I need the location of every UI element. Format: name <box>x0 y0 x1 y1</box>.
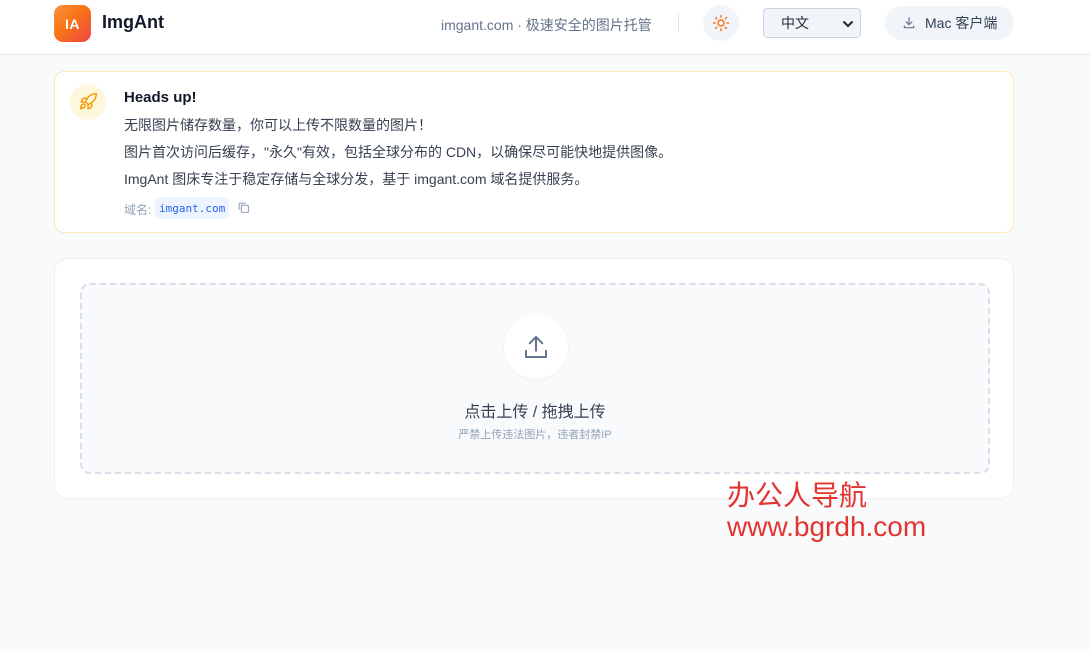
top-header: IA ImgAnt imgant.com · 极速安全的图片托管 中文 Mac … <box>0 0 1090 55</box>
language-value: 中文 <box>781 15 809 31</box>
rocket-icon <box>70 84 106 120</box>
notice-line: 无限图片储存数量，你可以上传不限数量的图片！ <box>124 117 432 133</box>
language-select[interactable]: 中文 <box>763 8 861 38</box>
domain-label: 域名: <box>124 203 152 217</box>
brand-name[interactable]: ImgAnt <box>102 12 164 33</box>
watermark-text: 办公人导航 <box>727 480 868 511</box>
domain-value: imgant.com <box>155 197 230 219</box>
header-divider <box>678 14 679 32</box>
notice-title: Heads up! <box>124 89 197 106</box>
theme-toggle-button[interactable] <box>703 5 739 41</box>
upload-dropzone[interactable]: 点击上传 / 拖拽上传 严禁上传违法图片，违者封禁IP <box>80 283 990 474</box>
notice-line: ImgAnt 图床专注于稳定存储与全球分发，基于 imgant.com 域名提供… <box>124 171 589 187</box>
watermark-url: www.bgrdh.com <box>727 511 927 542</box>
mac-client-label: Mac 客户端 <box>925 15 998 31</box>
upload-title: 点击上传 / 拖拽上传 <box>464 404 606 421</box>
chevron-down-icon <box>842 17 854 33</box>
notice-card: Heads up! 无限图片储存数量，你可以上传不限数量的图片！ 图片首次访问后… <box>54 71 1014 233</box>
download-icon <box>902 16 916 30</box>
mac-client-button[interactable]: Mac 客户端 <box>885 6 1014 40</box>
upload-card: 点击上传 / 拖拽上传 严禁上传违法图片，违者封禁IP <box>54 258 1014 499</box>
site-tagline: imgant.com · 极速安全的图片托管 <box>441 17 652 33</box>
copy-icon[interactable] <box>237 201 250 214</box>
logo[interactable]: IA <box>54 5 91 42</box>
sun-icon <box>712 14 730 32</box>
notice-line: 图片首次访问后缓存，"永久"有效，包括全球分布的 CDN，以确保尽可能快地提供图… <box>124 144 673 160</box>
upload-subtitle: 严禁上传违法图片，违者封禁IP <box>458 429 612 441</box>
upload-icon <box>504 315 568 379</box>
